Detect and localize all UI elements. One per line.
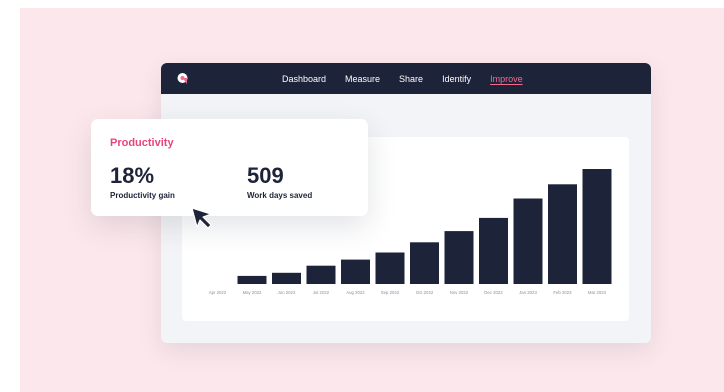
stat-value-work-days-saved: 509 xyxy=(247,163,284,188)
x-tick-label: May 2022 xyxy=(243,290,262,295)
bar-oct-2022 xyxy=(410,242,439,284)
nav-item-dashboard[interactable]: Dashboard xyxy=(282,74,326,84)
x-tick-label: Feb 2023 xyxy=(553,290,572,295)
nav-item-measure[interactable]: Measure xyxy=(345,74,380,84)
x-tick-label: Jun 2022 xyxy=(278,290,296,295)
bar-may-2022 xyxy=(237,275,267,284)
stat-label-work-days-saved: Work days saved xyxy=(247,191,313,200)
nav-item-identify[interactable]: Identify xyxy=(442,74,471,84)
nav-item-improve[interactable]: Improve xyxy=(490,74,523,84)
nav-menu: Dashboard Measure Share Identify Improve xyxy=(282,63,523,94)
bar-sep-2022 xyxy=(375,252,405,284)
x-tick-label: Oct 2022 xyxy=(416,290,434,295)
x-tick-label: Mar 2023 xyxy=(588,290,607,295)
mouse-pointer-icon xyxy=(191,207,212,229)
bar-jan-2023 xyxy=(513,198,543,284)
x-tick-label: Dec 2022 xyxy=(484,290,503,295)
bar-dec-2022 xyxy=(479,217,508,284)
chat-bubble-logo-icon[interactable] xyxy=(176,72,189,85)
bar-mar-2023 xyxy=(582,169,612,284)
stat-value-productivity-gain: 18% xyxy=(110,163,155,188)
x-tick-label: Apr 2022 xyxy=(209,290,227,295)
card-title: Productivity xyxy=(110,137,174,149)
top-nav: Dashboard Measure Share Identify Improve xyxy=(161,63,651,94)
stat-label-productivity-gain: Productivity gain xyxy=(110,191,175,200)
x-tick-label: Aug 2022 xyxy=(346,290,365,295)
x-tick-label: Sep 2022 xyxy=(381,290,400,295)
bar-jul-2022 xyxy=(306,265,336,284)
x-tick-label: Jan 2023 xyxy=(519,290,537,295)
bar-aug-2022 xyxy=(341,259,370,284)
nav-item-share[interactable]: Share xyxy=(399,74,423,84)
x-tick-label: Jul 2022 xyxy=(313,290,330,295)
x-tick-label: Nov 2022 xyxy=(450,290,469,295)
productivity-card: Productivity 18% Productivity gain 509 W… xyxy=(91,119,368,216)
bar-feb-2023 xyxy=(548,184,577,284)
bar-nov-2022 xyxy=(444,231,474,284)
bar-jun-2022 xyxy=(272,272,301,284)
